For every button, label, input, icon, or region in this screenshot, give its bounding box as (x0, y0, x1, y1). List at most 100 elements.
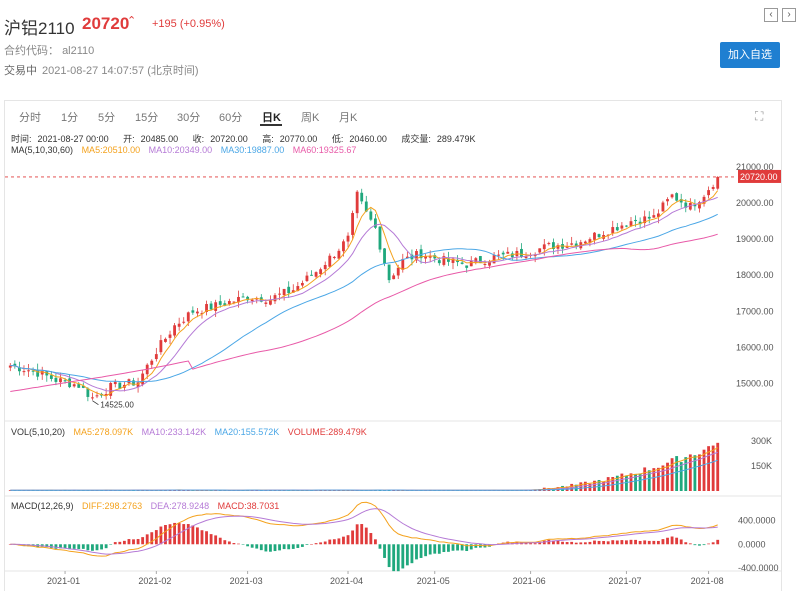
candle-body (666, 199, 669, 202)
candle-body (305, 275, 309, 282)
candle-body (49, 375, 53, 379)
last-price: 20720 (82, 14, 130, 33)
macd-histogram-bar (656, 540, 660, 545)
candle-body (383, 248, 386, 264)
macd-histogram-bar (405, 544, 409, 566)
macd-histogram-bar (195, 527, 199, 545)
macd-histogram-bar (186, 524, 190, 545)
candle-body (634, 219, 637, 222)
macd-histogram-bar (337, 538, 341, 545)
macd-histogram-bar (218, 537, 222, 545)
candle-body (520, 248, 523, 257)
candle-body (72, 384, 76, 387)
macd-histogram-bar (332, 539, 336, 545)
macd-histogram-bar (428, 544, 432, 555)
candle-body (547, 243, 551, 245)
macd-histogram-bar (675, 537, 679, 545)
candle-body (68, 378, 72, 388)
candle-body (583, 241, 587, 244)
ma30-line (10, 213, 718, 383)
macd-histogram-bar (387, 544, 391, 568)
candle-body (287, 286, 291, 294)
macd-histogram-bar (232, 543, 236, 545)
macd-histogram-bar (442, 544, 446, 553)
macd-histogram-bar (647, 540, 651, 545)
candle-body (661, 202, 665, 212)
macd-histogram-bar (291, 544, 295, 549)
chevron-right-icon[interactable]: › (782, 8, 796, 22)
candle-body (91, 397, 94, 399)
macd-histogram-bar (611, 540, 615, 545)
candle-body (241, 296, 245, 298)
volume-bar (684, 457, 688, 491)
macd-histogram-bar (579, 542, 583, 545)
x-axis-label: 2021-06 (513, 576, 546, 586)
candle-body (506, 251, 510, 254)
macd-histogram-bar (684, 542, 688, 545)
macd-dea-line (10, 508, 718, 555)
candle-body (346, 235, 350, 242)
chevron-left-icon[interactable]: ‹ (764, 8, 778, 22)
candle-body (670, 194, 674, 198)
macd-histogram-bar (383, 544, 386, 558)
x-axis-label: 2021-02 (138, 576, 171, 586)
macd-histogram-bar (264, 544, 268, 552)
candle-body (369, 211, 373, 220)
macd-histogram-bar (652, 540, 656, 545)
macd-histogram-bar (583, 542, 587, 545)
x-axis-label: 2021-04 (330, 576, 363, 586)
macd-histogram-bar (227, 541, 231, 545)
kline-chart[interactable]: 21000.0020000.0019000.0018000.0017000.00… (5, 101, 781, 591)
candle-body (355, 191, 359, 214)
candle-body (59, 378, 62, 383)
macd-tick-label: 0.0000 (738, 539, 766, 549)
candle-body (182, 321, 186, 323)
macd-histogram-bar (109, 544, 113, 545)
macd-histogram-bar (424, 544, 428, 557)
contract-code: 合约代码： al2110 (4, 42, 94, 58)
current-price-label: 20720.00 (740, 172, 778, 182)
macd-histogram-bar (360, 524, 364, 545)
ma5-line (10, 190, 719, 397)
macd-histogram-bar (593, 540, 596, 545)
macd-histogram-bar (182, 524, 186, 545)
macd-histogram-bar (91, 544, 94, 551)
macd-histogram-bar (86, 544, 90, 551)
candle-body (501, 252, 505, 255)
macd-histogram-bar (401, 544, 405, 569)
candle-body (191, 310, 195, 313)
volume-bar (620, 473, 624, 491)
candle-body (27, 370, 30, 372)
macd-histogram-bar (118, 541, 122, 545)
volume-bar (670, 458, 674, 491)
candle-body (164, 338, 167, 342)
price-tick-label: 17000.00 (736, 306, 774, 316)
candle-body (538, 248, 542, 253)
candle-body (675, 193, 679, 201)
macd-histogram-bar (346, 535, 350, 545)
macd-histogram-bar (255, 544, 259, 549)
candle-body (593, 232, 596, 240)
macd-histogram-bar (679, 539, 683, 545)
candle-body (629, 221, 633, 226)
candle-body (214, 302, 218, 311)
candle-body (437, 260, 441, 264)
macd-histogram-bar (77, 544, 81, 550)
price-tick-label: 15000.00 (736, 379, 774, 389)
candle-body (460, 262, 464, 264)
candle-body (707, 190, 711, 196)
candle-body (314, 272, 318, 277)
candle-body (711, 187, 715, 189)
macd-histogram-bar (145, 534, 149, 545)
macd-histogram-bar (625, 540, 628, 545)
macd-histogram-bar (433, 544, 437, 554)
macd-histogram-bar (314, 543, 318, 545)
candle-body (218, 301, 222, 305)
macd-histogram-bar (597, 540, 601, 545)
macd-histogram-bar (95, 544, 99, 551)
price-tick-label: 18000.00 (736, 270, 774, 280)
macd-histogram-bar (698, 544, 701, 546)
add-favorite-button[interactable]: 加入自选 (720, 42, 780, 68)
macd-histogram-bar (259, 544, 263, 551)
candle-body (396, 267, 400, 276)
